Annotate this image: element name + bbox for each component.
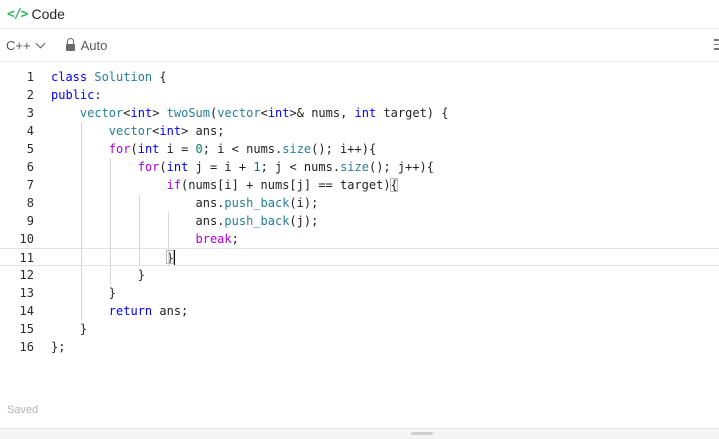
- menu-icon[interactable]: [714, 39, 719, 53]
- bracket-match-highlight: [389, 178, 398, 192]
- line-number: 4: [26, 124, 34, 138]
- line-number: 13: [19, 286, 34, 300]
- code-line-text: for(int j = i + 1; j < nums.size(); j++)…: [137, 160, 434, 174]
- indent-guide: [80, 122, 82, 320]
- line-number: 15: [19, 322, 34, 336]
- code-line-text: }: [51, 322, 88, 336]
- line-number: 6: [26, 160, 34, 174]
- indent-guide: [138, 194, 140, 266]
- line-number: 9: [26, 214, 34, 228]
- code-line[interactable]: 1 class Solution {: [0, 68, 719, 86]
- line-number: 16: [19, 340, 34, 354]
- text-cursor: [173, 250, 176, 265]
- code-line-text: ans.push_back(j);: [195, 214, 319, 228]
- code-line[interactable]: 5 for(int i = 0; i < nums.size(); i++){: [0, 140, 719, 158]
- drag-handle-icon[interactable]: [411, 432, 433, 435]
- code-line-text: break;: [195, 232, 239, 246]
- code-line[interactable]: 10 break;: [0, 230, 719, 248]
- code-line-text: vector<int> ans;: [108, 124, 225, 138]
- code-line-text: return ans;: [108, 304, 189, 318]
- code-line-text: }: [51, 286, 117, 300]
- auto-mode-label: Auto: [80, 37, 108, 53]
- line-number: 2: [26, 88, 34, 102]
- code-editor[interactable]: 1 class Solution { 2 public: 3 vector<int> t…: [0, 68, 719, 368]
- chevron-down-icon: [35, 38, 46, 48]
- editor-toolbar: C++ Auto: [0, 29, 719, 62]
- line-number: 8: [26, 196, 34, 210]
- code-line-text: public:: [51, 88, 102, 102]
- code-line[interactable]: 13 }: [0, 284, 719, 302]
- code-line[interactable]: 6 for(int j = i + 1; j < nums.size(); j+…: [0, 158, 719, 176]
- code-line[interactable]: 11 }: [0, 248, 719, 266]
- panel-title: Code: [31, 6, 65, 22]
- code-line-text: }: [51, 268, 145, 282]
- code-line[interactable]: 4 vector<int> ans;: [0, 122, 719, 140]
- line-number: 11: [19, 251, 34, 265]
- code-line-text: };: [51, 340, 66, 354]
- line-number: 3: [26, 106, 34, 120]
- indent-guide: [109, 158, 111, 284]
- line-number: 10: [19, 232, 34, 246]
- lock-icon: [65, 37, 75, 51]
- panel-header: </> Code: [0, 0, 719, 29]
- code-line[interactable]: 9 ans.push_back(j);: [0, 212, 719, 230]
- code-line[interactable]: 3 vector<int> twoSum(vector<int>& nums, …: [0, 104, 719, 122]
- code-line[interactable]: 15 }: [0, 320, 719, 338]
- code-icon: </>: [7, 6, 29, 22]
- code-line-text: for(int i = 0; i < nums.size(); i++){: [108, 142, 377, 156]
- code-line[interactable]: 16};: [0, 338, 719, 356]
- code-line[interactable]: 8 ans.push_back(i);: [0, 194, 719, 212]
- code-line[interactable]: 2 public:: [0, 86, 719, 104]
- line-number: 1: [26, 70, 34, 84]
- language-selector[interactable]: C++: [6, 37, 46, 53]
- line-number: 7: [26, 178, 34, 192]
- code-line-text: if(nums[i] + nums[j] == target){: [166, 178, 398, 192]
- code-line-text: }: [51, 251, 174, 265]
- auto-mode-toggle[interactable]: Auto: [65, 37, 108, 53]
- code-line-text: class Solution {: [51, 70, 167, 84]
- code-line-text: vector<int> twoSum(vector<int>& nums, in…: [79, 106, 449, 120]
- line-number: 14: [19, 304, 34, 318]
- code-line[interactable]: 12 }: [0, 266, 719, 284]
- language-label: C++: [6, 37, 31, 53]
- code-line[interactable]: 14 return ans;: [0, 302, 719, 320]
- code-line-text: ans.push_back(i);: [195, 196, 319, 210]
- code-line[interactable]: 7 if(nums[i] + nums[j] == target){: [0, 176, 719, 194]
- line-number: 5: [26, 142, 34, 156]
- line-number: 12: [19, 268, 34, 282]
- panel-resize-bar[interactable]: [0, 428, 719, 439]
- save-status: Saved: [7, 404, 39, 416]
